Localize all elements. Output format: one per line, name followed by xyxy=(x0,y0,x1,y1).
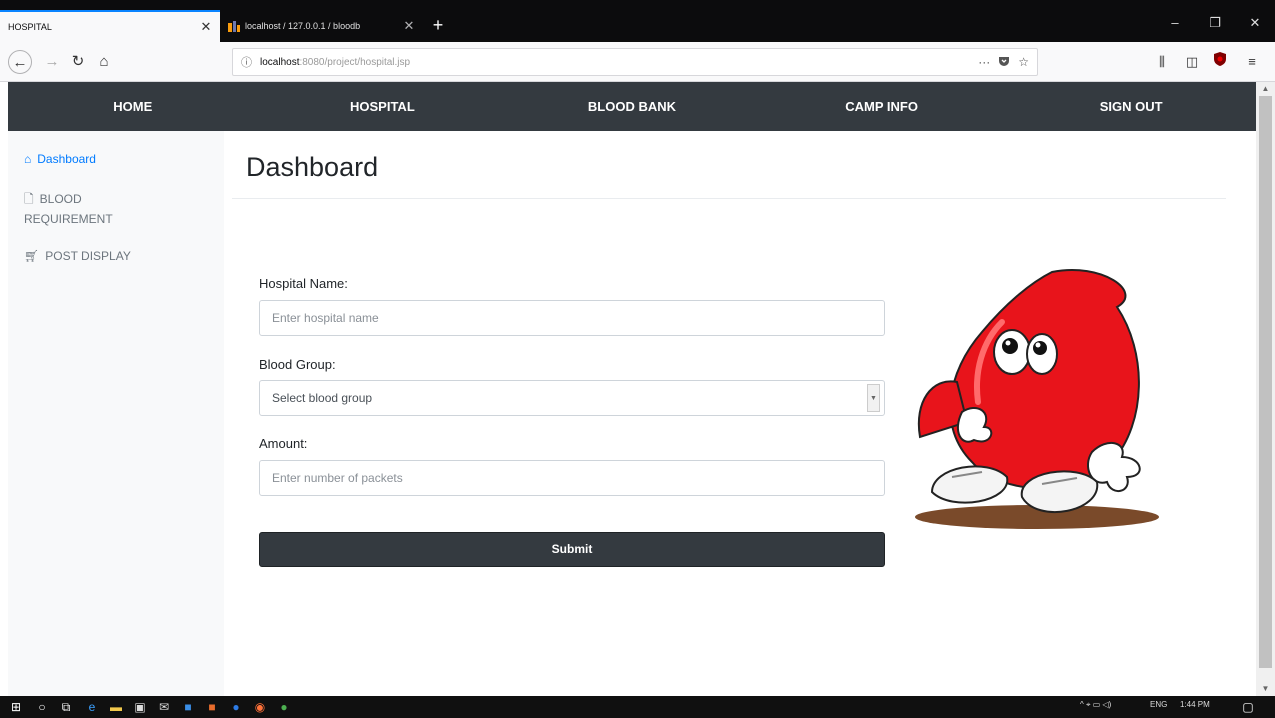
pocket-icon[interactable] xyxy=(998,55,1010,70)
sidebar-item-label: Dashboard xyxy=(37,152,96,166)
file-explorer-icon[interactable]: ▬ xyxy=(108,699,124,715)
minimize-button[interactable]: – xyxy=(1155,12,1195,34)
url-host: localhost xyxy=(260,56,300,68)
back-button[interactable]: ← xyxy=(8,50,32,74)
blood-drop-mascot-image xyxy=(912,262,1162,537)
firefox-icon[interactable]: ◉ xyxy=(252,699,268,715)
nav-sign-out[interactable]: SIGN OUT xyxy=(1006,82,1256,131)
info-icon[interactable]: ⓘ xyxy=(241,54,252,70)
mail-icon[interactable]: ✉ xyxy=(156,699,172,715)
home-button[interactable]: ⌂ xyxy=(92,50,116,74)
sidebar-item-blood-requirement[interactable]: 🗋 BLOOD REQUIREMENT xyxy=(24,189,154,229)
blood-group-select[interactable]: Select blood group ▼ xyxy=(259,380,885,416)
clock[interactable]: 1:44 PM xyxy=(1180,700,1210,709)
tray-icons[interactable]: ^ ⌖ ▭ ◁) xyxy=(1080,700,1111,710)
page-actions-icon[interactable]: ··· xyxy=(978,55,990,69)
amount-label: Amount: xyxy=(259,436,308,451)
browser-tab-strip: HOSPITAL ✕ localhost / 127.0.0.1 / blood… xyxy=(0,0,1275,42)
reload-button[interactable]: ↻ xyxy=(66,50,90,74)
scroll-thumb[interactable] xyxy=(1259,96,1272,668)
nav-blood-bank[interactable]: BLOOD BANK xyxy=(507,82,757,131)
menu-icon[interactable]: ≡ xyxy=(1240,50,1264,74)
url-path: :8080/project/hospital.jsp xyxy=(299,56,411,68)
cart-icon: 🛒︎ xyxy=(24,249,40,263)
new-tab-button[interactable]: + xyxy=(428,14,448,38)
hospital-name-label: Hospital Name: xyxy=(259,276,348,291)
sidebar-item-label: POST DISPLAY xyxy=(45,249,131,263)
close-icon[interactable]: ✕ xyxy=(200,19,212,35)
windows-start-icon[interactable]: ⊞ xyxy=(8,699,24,715)
sidebar-item-label: BLOOD REQUIREMENT xyxy=(24,192,113,226)
file-icon: 🗋 xyxy=(24,192,34,206)
home-icon: ⌂ xyxy=(24,152,32,166)
nav-camp-info[interactable]: CAMP INFO xyxy=(757,82,1007,131)
store-icon[interactable]: ▣ xyxy=(132,699,148,715)
app-icon[interactable]: ■ xyxy=(204,699,220,715)
library-icon[interactable]: ⫼ xyxy=(1150,50,1174,74)
tab-hospital[interactable]: HOSPITAL ✕ xyxy=(0,10,220,42)
app-icon[interactable]: ■ xyxy=(180,699,196,715)
browser-toolbar: ← → ↻ ⌂ ⓘ localhost:8080/project/hospita… xyxy=(0,42,1275,82)
tab-title: localhost / 127.0.0.1 / bloodb xyxy=(245,21,361,31)
blood-group-label: Blood Group: xyxy=(259,357,336,372)
bookmark-star-icon[interactable]: ☆ xyxy=(1018,55,1029,69)
nav-home[interactable]: HOME xyxy=(8,82,258,131)
os-taskbar: ⊞ ○ ⧉ e ▬ ▣ ✉ ■ ■ ● ◉ ● ^ ⌖ ▭ ◁) ENG 1:4… xyxy=(0,696,1275,718)
nav-hospital[interactable]: HOSPITAL xyxy=(258,82,508,131)
app-icon[interactable]: ● xyxy=(276,699,292,715)
notification-icon[interactable]: ▢ xyxy=(1240,699,1256,715)
forward-button[interactable]: → xyxy=(40,50,64,74)
phpmyadmin-icon xyxy=(227,19,241,33)
sidebar-item-post-display[interactable]: 🛒︎ POST DISPLAY xyxy=(24,246,131,266)
scroll-down-arrow[interactable]: ▼ xyxy=(1256,682,1275,696)
site-navbar: HOME HOSPITAL BLOOD BANK CAMP INFO SIGN … xyxy=(8,82,1256,131)
sidebar: ⌂ Dashboard 🗋 BLOOD REQUIREMENT 🛒︎ POST DIS… xyxy=(8,131,224,696)
title-divider xyxy=(232,198,1226,199)
ublock-icon[interactable] xyxy=(1208,50,1232,74)
sidebar-item-dashboard[interactable]: ⌂ Dashboard xyxy=(24,149,96,169)
cortana-icon[interactable]: ○ xyxy=(34,699,50,715)
url-bar[interactable]: ⓘ localhost:8080/project/hospital.jsp ··… xyxy=(232,48,1038,76)
sidebar-toggle-icon[interactable]: ◫ xyxy=(1180,50,1204,74)
page-title: Dashboard xyxy=(246,152,379,182)
restore-button[interactable]: ❐ xyxy=(1195,12,1235,34)
scroll-up-arrow[interactable]: ▲ xyxy=(1256,82,1275,96)
hospital-name-input[interactable] xyxy=(259,300,885,336)
chevron-down-icon[interactable]: ▼ xyxy=(867,384,880,412)
edge-icon[interactable]: e xyxy=(84,699,100,715)
tab-title: HOSPITAL xyxy=(8,22,52,32)
tab-localhost[interactable]: localhost / 127.0.0.1 / bloodb ✕ xyxy=(221,10,421,42)
task-view-icon[interactable]: ⧉ xyxy=(58,699,74,715)
close-icon[interactable]: ✕ xyxy=(403,18,415,34)
blood-group-value: Select blood group xyxy=(272,391,373,405)
amount-input[interactable] xyxy=(259,460,885,496)
language-indicator[interactable]: ENG xyxy=(1150,700,1167,709)
page-scrollbar[interactable]: ▲ ▼ xyxy=(1256,82,1275,696)
app-icon[interactable]: ● xyxy=(228,699,244,715)
submit-button[interactable]: Submit xyxy=(259,532,885,567)
window-close-button[interactable]: ✕ xyxy=(1235,12,1275,34)
